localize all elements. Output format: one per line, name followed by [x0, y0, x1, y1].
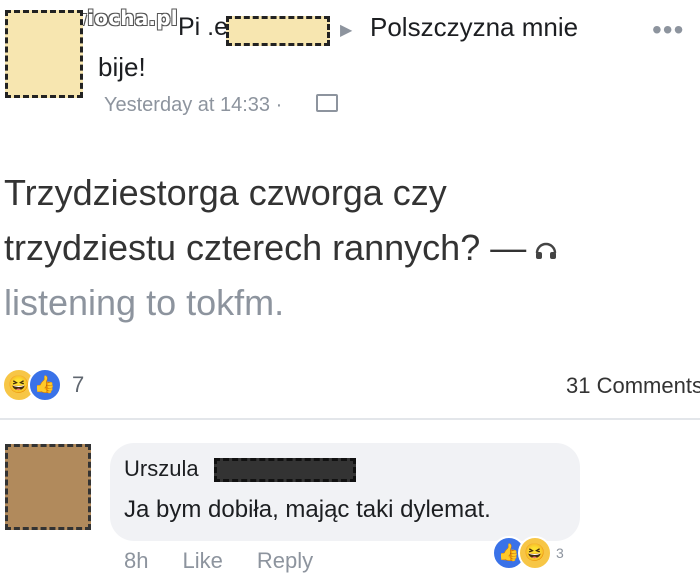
- like-reaction-icon: 👍: [28, 368, 62, 402]
- divider: [0, 418, 700, 420]
- comment-reply-button[interactable]: Reply: [257, 548, 313, 574]
- haha-reaction-icon: 😆: [518, 536, 552, 570]
- post-text-line-2-text: trzydziestu czterech rannych? —: [4, 227, 527, 268]
- post-body: Trzydziestorga czworga czy trzydziestu c…: [4, 165, 694, 330]
- comments-count-link[interactable]: 31 Comments: [566, 373, 700, 399]
- headphones-icon: [536, 243, 557, 260]
- reactions-summary[interactable]: 😆 👍 7: [2, 368, 84, 402]
- author-surname-redacted: [226, 16, 330, 46]
- post-text-line-1: Trzydziestorga czworga czy: [4, 172, 447, 213]
- post-timestamp[interactable]: Yesterday at 14:33 ·: [104, 94, 282, 117]
- comment-like-button[interactable]: Like: [182, 548, 222, 574]
- more-options-icon[interactable]: •••: [652, 14, 684, 46]
- group-privacy-icon: [316, 94, 338, 112]
- comment-time[interactable]: 8h: [124, 548, 148, 574]
- comment-reaction-count: 3: [556, 545, 564, 561]
- group-name[interactable]: Polszczyzna mnie: [370, 12, 578, 43]
- group-name-continued[interactable]: bije!: [98, 52, 146, 83]
- comment-actions: 8h Like Reply: [124, 548, 347, 574]
- commenter-avatar[interactable]: [5, 444, 91, 530]
- comment-text: Ja bym dobiła, mając taki dylemat.: [124, 496, 491, 523]
- post-text-line-2: trzydziestu czterech rannych? —: [4, 220, 694, 275]
- commenter-name[interactable]: Urszula: [124, 456, 199, 482]
- commenter-surname-redacted: [214, 458, 356, 482]
- reaction-count: 7: [72, 372, 85, 397]
- author-avatar[interactable]: [5, 10, 83, 98]
- activity-label[interactable]: listening to tokfm.: [4, 275, 694, 330]
- share-arrow-icon: ▶: [340, 22, 353, 39]
- comment-reactions[interactable]: 👍 😆 3: [492, 536, 564, 570]
